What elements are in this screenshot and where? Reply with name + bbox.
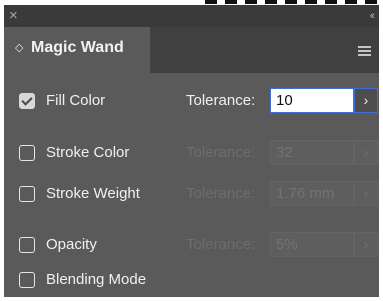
collapse-icon[interactable]: ‹‹ [370, 6, 376, 26]
hamburger-menu-icon[interactable] [358, 46, 371, 56]
tab-magic-wand[interactable]: ◇ Magic Wand [4, 27, 150, 73]
stroke-weight-tolerance-label: Tolerance: [186, 185, 256, 202]
stroke-weight-row: Stroke Weight Tolerance: 1.76 mm › [4, 179, 379, 209]
fill-color-checkbox[interactable] [19, 93, 35, 109]
opacity-tolerance-label: Tolerance: [186, 236, 256, 253]
stroke-weight-checkbox[interactable] [19, 186, 35, 202]
blending-mode-row: Blending Mode [4, 265, 379, 295]
opacity-checkbox[interactable] [19, 237, 35, 253]
close-icon[interactable]: × [9, 6, 18, 26]
opacity-tolerance-input[interactable]: 5% [270, 232, 354, 257]
dashed-selection-edge [205, 0, 383, 4]
panel-titlebar[interactable]: × ‹‹ [4, 5, 379, 27]
stroke-color-checkbox[interactable] [19, 145, 35, 161]
fill-color-tolerance-label: Tolerance: [186, 92, 256, 109]
chevron-right-icon[interactable]: › [354, 181, 378, 206]
blending-mode-label: Blending Mode [46, 271, 147, 288]
opacity-row: Opacity Tolerance: 5% › [4, 230, 379, 260]
tab-magic-wand-label: Magic Wand [31, 39, 124, 56]
stroke-weight-label: Stroke Weight [46, 185, 140, 202]
stroke-color-tolerance-input[interactable]: 32 [270, 140, 354, 165]
stroke-color-row: Stroke Color Tolerance: 32 › [4, 138, 379, 168]
stroke-color-label: Stroke Color [46, 144, 130, 161]
chevron-right-icon[interactable]: › [354, 140, 378, 165]
stroke-color-tolerance-label: Tolerance: [186, 144, 256, 161]
chevron-right-icon[interactable]: › [354, 232, 378, 257]
opacity-label: Opacity [46, 236, 97, 253]
fill-color-tolerance-input[interactable]: 10 [270, 88, 354, 113]
magic-wand-panel: × ‹‹ ◇ Magic Wand Fill Color Tolerance: … [4, 5, 379, 297]
fill-color-row: Fill Color Tolerance: 10 › [4, 86, 379, 116]
stroke-weight-tolerance-input[interactable]: 1.76 mm [270, 181, 354, 206]
panel-tab-row: ◇ Magic Wand [4, 27, 379, 73]
sort-arrows-icon[interactable]: ◇ [15, 41, 23, 54]
fill-color-label: Fill Color [46, 92, 106, 109]
blending-mode-checkbox[interactable] [19, 272, 35, 288]
chevron-right-icon[interactable]: › [354, 88, 378, 113]
